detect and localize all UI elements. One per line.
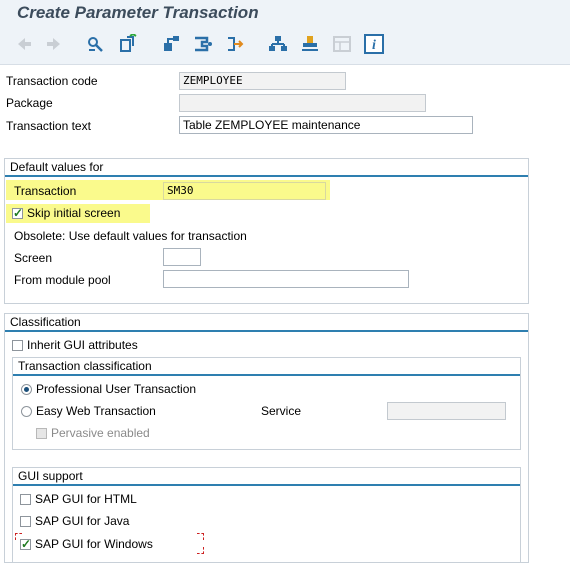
screen-label: Screen [14,251,53,265]
inherit-gui-label: Inherit GUI attributes [27,338,138,352]
title-bar: Create Parameter Transaction [0,0,570,26]
checkmark-icon: ✓ [13,206,24,220]
gui-java-checkbox[interactable] [20,516,31,527]
svg-text:i: i [372,38,376,53]
obsolete-text: Obsolete: Use default values for transac… [14,229,247,243]
gui-windows-checkbox[interactable]: ✓ [20,537,32,551]
easy-web-label: Easy Web Transaction [36,404,156,418]
transaction-classification-title: Transaction classification [18,359,152,373]
skip-initial-label: Skip initial screen [27,206,121,220]
back-arrow-icon[interactable] [14,34,34,54]
package-field[interactable] [179,94,426,112]
forward-arrow-icon[interactable] [44,34,64,54]
classification-title: Classification [10,315,81,329]
classification-header: Classification [5,314,528,332]
gui-java-label: SAP GUI for Java [35,514,130,528]
default-values-title: Default values for [10,160,104,174]
easy-web-radio[interactable] [21,406,32,417]
transaction-code-label: Transaction code [6,74,98,88]
skip-initial-checkbox[interactable]: ✓ [12,206,24,220]
info-icon[interactable]: i [364,34,384,54]
focus-corner-top-left [15,533,22,540]
transaction-text-field[interactable]: Table ZEMPLOYEE maintenance [179,116,473,134]
hierarchy-icon[interactable] [268,34,288,54]
object-tree-icon[interactable] [162,34,182,54]
stamp-icon[interactable] [300,34,320,54]
navigation-icon[interactable] [225,34,245,54]
other-object-icon[interactable] [118,34,138,54]
professional-label: Professional User Transaction [36,382,197,396]
default-transaction-field[interactable]: SM30 [163,182,326,200]
radio-dot-icon [24,387,29,392]
module-pool-label: From module pool [14,273,111,287]
default-values-header: Default values for [5,159,528,177]
display-change-icon[interactable] [86,34,106,54]
gui-windows-label: SAP GUI for Windows [35,537,153,551]
page-title: Create Parameter Transaction [17,3,259,22]
inherit-gui-checkbox[interactable] [12,340,23,351]
checkmark-icon: ✓ [21,537,32,551]
gui-support-header: GUI support [13,468,520,486]
application-toolbar: i [0,26,570,65]
pervasive-label: Pervasive enabled [51,426,150,440]
service-label: Service [261,404,302,418]
gui-support-title: GUI support [18,469,83,483]
focus-corner-bottom-right [197,547,204,554]
gui-html-label: SAP GUI for HTML [35,492,137,506]
gui-html-checkbox[interactable] [20,494,31,505]
package-label: Package [6,96,53,110]
focus-corner-top-right [197,533,204,540]
default-transaction-label: Transaction [14,184,77,198]
service-field[interactable] [387,402,506,420]
transaction-classification-header: Transaction classification [13,358,520,376]
pervasive-checkbox[interactable] [36,428,47,439]
where-used-icon[interactable] [193,34,213,54]
transaction-code-field[interactable]: ZEMPLOYEE [179,72,346,90]
screen-field[interactable] [163,248,201,266]
table-icon[interactable] [332,34,352,54]
transaction-text-label: Transaction text [6,119,91,133]
module-pool-field[interactable] [163,270,409,288]
professional-radio[interactable] [21,384,32,395]
